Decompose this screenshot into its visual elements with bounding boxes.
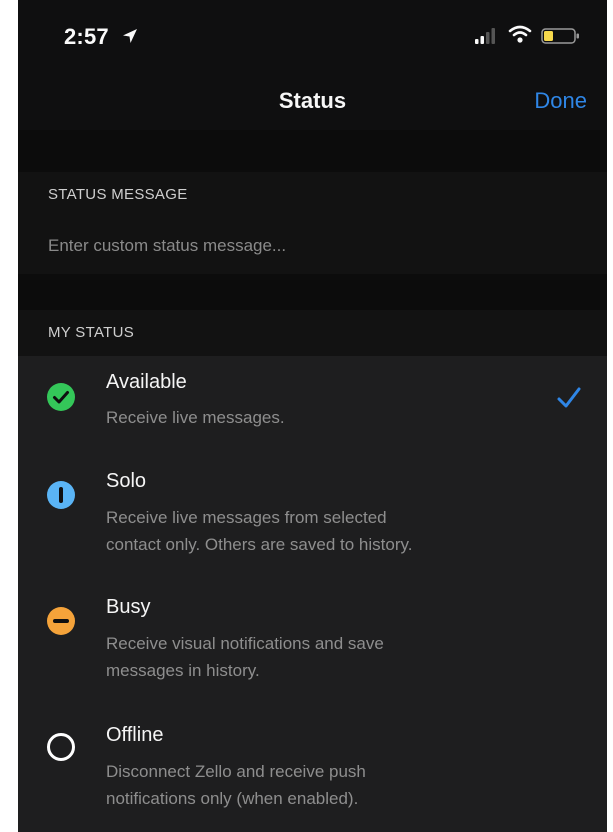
battery-icon: [541, 28, 579, 44]
status-option-available[interactable]: Available Receive live messages.: [18, 356, 607, 448]
wifi-icon: [508, 25, 532, 43]
status-option-offline[interactable]: Offline Disconnect Zello and receive pus…: [18, 700, 607, 832]
cellular-signal-icon: [475, 28, 495, 44]
section-spacer: [18, 130, 607, 172]
status-title: Available: [106, 371, 187, 393]
check-circle-icon: [47, 383, 75, 411]
section-header-label: STATUS MESSAGE: [48, 186, 188, 203]
status-message-section-header: STATUS MESSAGE: [18, 172, 607, 218]
status-message-input[interactable]: [48, 228, 568, 264]
status-message-row: [18, 218, 607, 274]
solo-info-icon: [47, 481, 75, 509]
status-description: Disconnect Zello and receive push notifi…: [106, 762, 366, 808]
location-arrow-icon: [123, 29, 137, 43]
my-status-section-header: MY STATUS: [18, 310, 607, 356]
status-title: Solo: [106, 470, 147, 492]
phone-screen: 2:57 Status Done STATUS MESSAGE Enter cu…: [18, 0, 607, 832]
status-title: Offline: [106, 724, 164, 746]
clock-time: 2:57: [64, 24, 109, 49]
page-title: Status: [278, 88, 347, 113]
empty-circle-icon: [47, 733, 75, 761]
section-header-label: MY STATUS: [48, 324, 135, 341]
done-button[interactable]: Done: [534, 88, 587, 114]
checkmark-icon: [557, 387, 581, 408]
status-title: Busy: [106, 596, 151, 618]
status-description: Receive live messages.: [106, 408, 285, 427]
status-description: Receive visual notifications and save me…: [106, 634, 384, 680]
minus-circle-icon: [47, 607, 75, 635]
status-description: Receive live messages from selected cont…: [106, 508, 413, 554]
ios-status-bar: 2:57: [18, 0, 607, 70]
status-option-solo[interactable]: Solo Receive live messages from selected…: [18, 448, 607, 574]
navigation-bar: Status Done: [18, 70, 607, 130]
status-option-busy[interactable]: Busy Receive visual notifications and sa…: [18, 574, 607, 700]
section-spacer: [18, 274, 607, 310]
